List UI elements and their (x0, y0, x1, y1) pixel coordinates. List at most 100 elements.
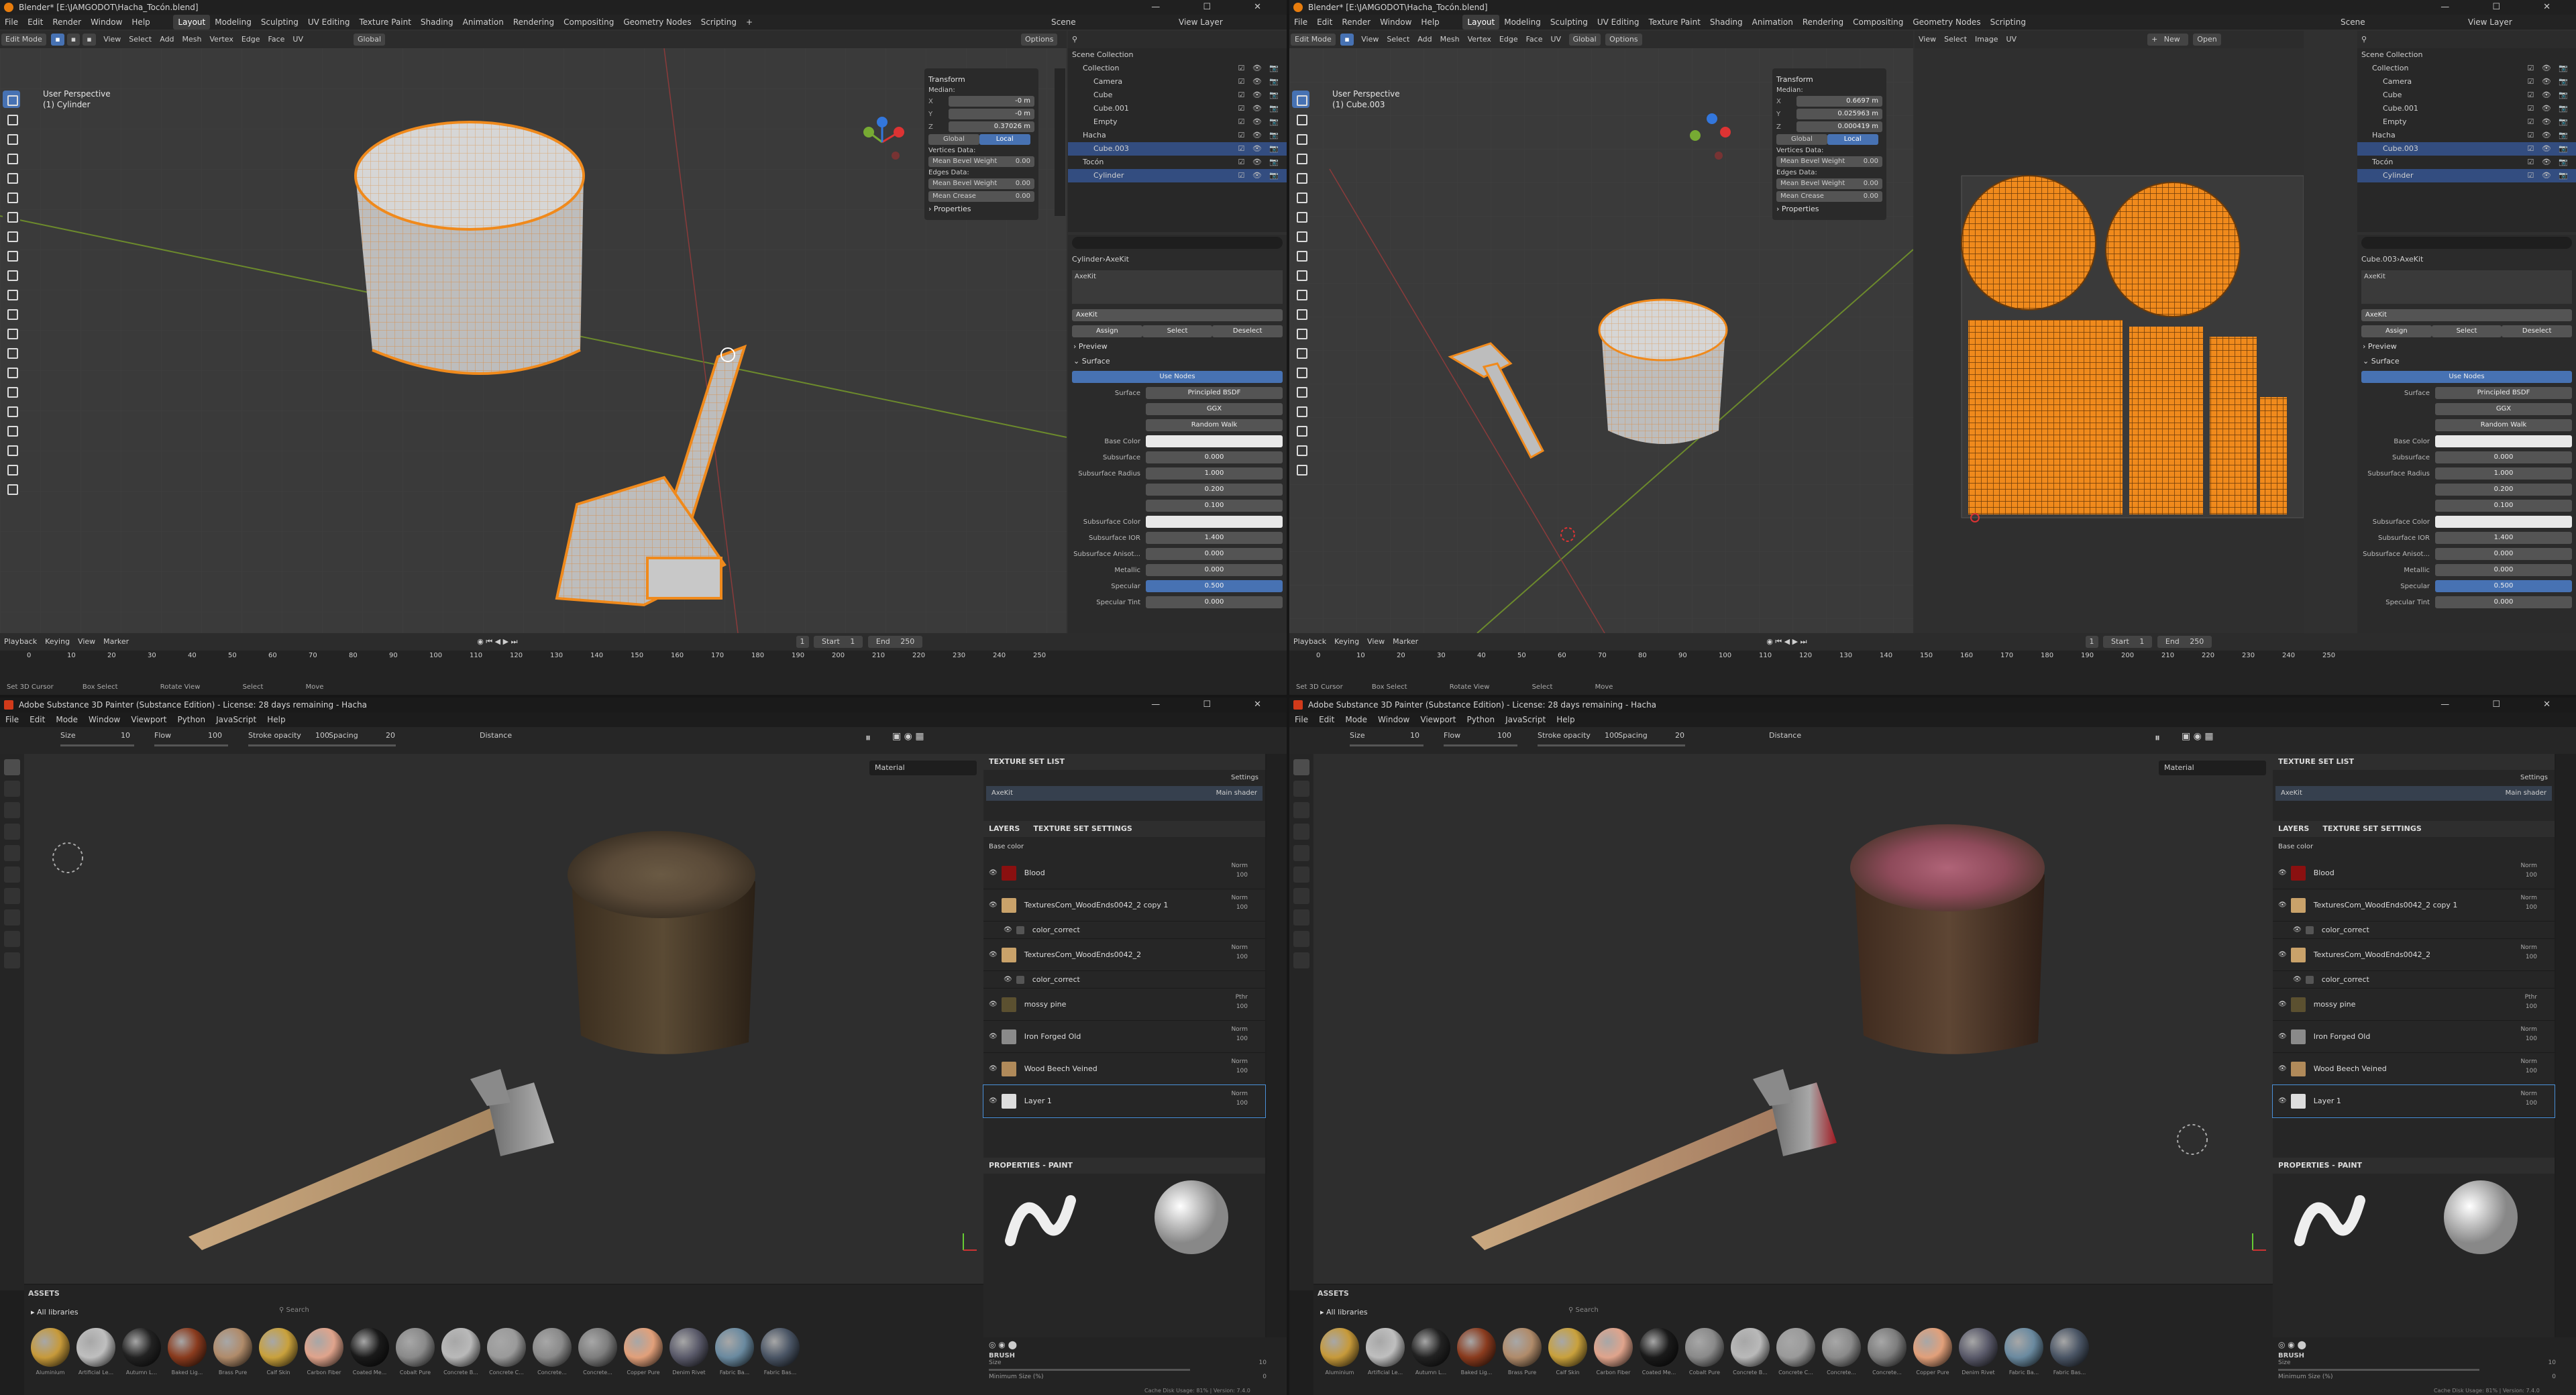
layer-visibility-icon[interactable]: 👁 (989, 1065, 998, 1072)
layer-opacity[interactable]: 100 (1231, 1034, 1248, 1044)
layer-item[interactable]: 👁 Iron Forged Old Norm 100 (2273, 1021, 2555, 1053)
layer-visibility-icon[interactable]: 👁 (2278, 1001, 2287, 1008)
layer-blend-mode[interactable]: Pthr (1236, 993, 1248, 1002)
substance-viewport-right[interactable]: Material (1313, 754, 2273, 1284)
menu-edge[interactable]: Edge (1495, 31, 1522, 48)
property-field[interactable]: 0.200 (1146, 484, 1283, 496)
menu-keying[interactable]: Keying (1330, 633, 1363, 651)
outliner-item[interactable]: Cube.001 ☑ 👁 📷 (1068, 102, 1287, 115)
layer-blend-mode[interactable]: Pthr (2525, 993, 2537, 1002)
property-field[interactable]: 0.000 (1146, 548, 1283, 560)
move-tool[interactable] (3, 129, 20, 147)
menu-select[interactable]: Select (1383, 31, 1413, 48)
menu-render[interactable]: Render (48, 15, 86, 30)
layer-blend-mode[interactable]: Norm (1231, 1025, 1248, 1034)
brush-size-slider[interactable] (989, 1369, 1190, 1371)
surface-section[interactable]: ⌄ Surface (1068, 354, 1287, 369)
menu-marker[interactable]: Marker (1389, 633, 1422, 651)
asset-thumbnail[interactable] (1685, 1328, 1724, 1367)
visibility-toggles-icon[interactable]: ☑ 👁 📷 (2527, 156, 2571, 169)
layer-blend-mode[interactable]: Norm (2520, 1089, 2537, 1099)
property-field[interactable]: 0.200 (2435, 484, 2572, 496)
asset-thumbnail[interactable] (305, 1328, 343, 1367)
asset-search-input[interactable]: ⚲ Search (1568, 1306, 1599, 1314)
preview-section[interactable]: › Preview (2357, 339, 2576, 354)
settings-button[interactable]: Settings (2273, 770, 2555, 786)
asset-thumbnail[interactable] (1320, 1328, 1359, 1367)
sp-menu-python[interactable]: Python (172, 712, 211, 727)
use-nodes-button[interactable]: Use Nodes (1072, 371, 1283, 383)
tab-modeling[interactable]: Modeling (210, 15, 256, 30)
layer-item[interactable]: 👁 Blood Norm 100 (2273, 857, 2555, 889)
median-z-field[interactable]: 0.37026 m (949, 121, 1034, 132)
projection-tool[interactable] (1293, 802, 1309, 818)
surface-shader-field[interactable]: Principled BSDF (1146, 387, 1283, 399)
uv-menu-uv[interactable]: UV (2002, 31, 2021, 48)
mean-bevel-weight-vertex-field[interactable]: Mean Bevel Weight 0.00 (1776, 156, 1882, 167)
tab-layout[interactable]: Layout (173, 15, 211, 30)
timeline-ruler[interactable]: 0 10 20 30 40 50 60 70 80 90 100 110 120 130 140 150 160… (0, 651, 1287, 664)
local-toggle[interactable]: Local (979, 134, 1030, 145)
layer-item[interactable]: 👁 Blood Norm 100 (983, 857, 1265, 889)
asset-thumbnail[interactable] (1594, 1328, 1633, 1367)
measure-tool[interactable] (1292, 227, 1309, 244)
flow-slider[interactable] (1444, 744, 1517, 746)
material-slot-item[interactable]: AxeKit (1072, 270, 1283, 304)
channel-dropdown[interactable]: Base color (983, 837, 1265, 857)
annotate-tool[interactable] (3, 207, 20, 225)
outliner-item[interactable]: Empty ☑ 👁 📷 (2357, 115, 2576, 129)
shear-tool[interactable] (1292, 460, 1309, 478)
texture-set-item[interactable]: AxeKit Main shader (2275, 786, 2552, 801)
cursor-tool[interactable] (3, 110, 20, 127)
transform-section[interactable]: Transform (1776, 75, 1882, 84)
layer-visibility-icon[interactable]: 👁 (2293, 926, 2302, 934)
visibility-toggles-icon[interactable]: ☑ 👁 📷 (2527, 129, 2571, 142)
outliner-item[interactable]: Cube ☑ 👁 📷 (2357, 89, 2576, 102)
sp-menu-file[interactable]: File (0, 712, 24, 727)
smudge-tool[interactable] (1293, 845, 1309, 861)
layer-opacity[interactable]: 100 (1231, 871, 1248, 880)
asset-thumbnail[interactable] (1913, 1328, 1952, 1367)
layer-blend-mode[interactable]: Norm (2520, 893, 2537, 903)
property-field[interactable]: 0.000 (2435, 548, 2572, 560)
edge-slide-tool[interactable] (1292, 421, 1309, 439)
tab-shading[interactable]: Shading (1705, 15, 1748, 30)
deselect-button[interactable]: Deselect (1212, 325, 1283, 337)
sp-menu-python[interactable]: Python (1461, 712, 1500, 727)
menu-window[interactable]: Window (86, 15, 127, 30)
rip-tool[interactable] (3, 480, 20, 497)
material-selector[interactable]: AxeKit (1068, 307, 1287, 323)
tab-texture-paint[interactable]: Texture Paint (354, 15, 415, 30)
asset-thumbnail[interactable] (1822, 1328, 1861, 1367)
visibility-toggles-icon[interactable]: ☑ 👁 📷 (2527, 142, 2571, 156)
layer-blend-mode[interactable]: Norm (2520, 943, 2537, 952)
visibility-toggles-icon[interactable]: ☑ 👁 📷 (2527, 115, 2571, 129)
asset-thumbnail[interactable] (122, 1328, 161, 1367)
menu-render[interactable]: Render (1337, 15, 1375, 30)
options-button[interactable]: Options (1021, 34, 1058, 46)
property-field[interactable]: 1.400 (1146, 532, 1283, 544)
surface-section[interactable]: ⌄ Surface (2357, 354, 2576, 369)
asset-thumbnail[interactable] (1776, 1328, 1815, 1367)
substance-viewport[interactable]: Material (24, 754, 983, 1284)
property-field[interactable]: 1.400 (2435, 532, 2572, 544)
layer-item[interactable]: 👁 TexturesCom_WoodEnds0042_2 Norm 100 (2273, 939, 2555, 971)
property-field[interactable]: 0.500 (1146, 580, 1283, 592)
material-name-field[interactable]: AxeKit (1072, 309, 1283, 321)
local-toggle[interactable]: Local (1827, 134, 1878, 145)
tab-uv-editing[interactable]: UV Editing (303, 15, 355, 30)
window-controls[interactable]: — ☐ ✕ (1151, 0, 1281, 15)
asset-thumbnail[interactable] (578, 1328, 617, 1367)
view-layer-selector[interactable]: View Layer (2463, 15, 2517, 30)
asset-thumbnail[interactable] (213, 1328, 252, 1367)
menu-select[interactable]: Select (125, 31, 156, 48)
asset-thumbnail[interactable] (1366, 1328, 1405, 1367)
spacing-slider[interactable] (248, 744, 396, 746)
uv-editor[interactable] (1915, 48, 2304, 633)
tab-layers[interactable]: LAYERS (2278, 821, 2309, 837)
property-field[interactable]: 0.000 (1146, 596, 1283, 608)
extrude-tool[interactable] (3, 266, 20, 283)
menu-vertex[interactable]: Vertex (1464, 31, 1495, 48)
tab-scripting[interactable]: Scripting (1986, 15, 2031, 30)
asset-thumbnail[interactable] (76, 1328, 115, 1367)
